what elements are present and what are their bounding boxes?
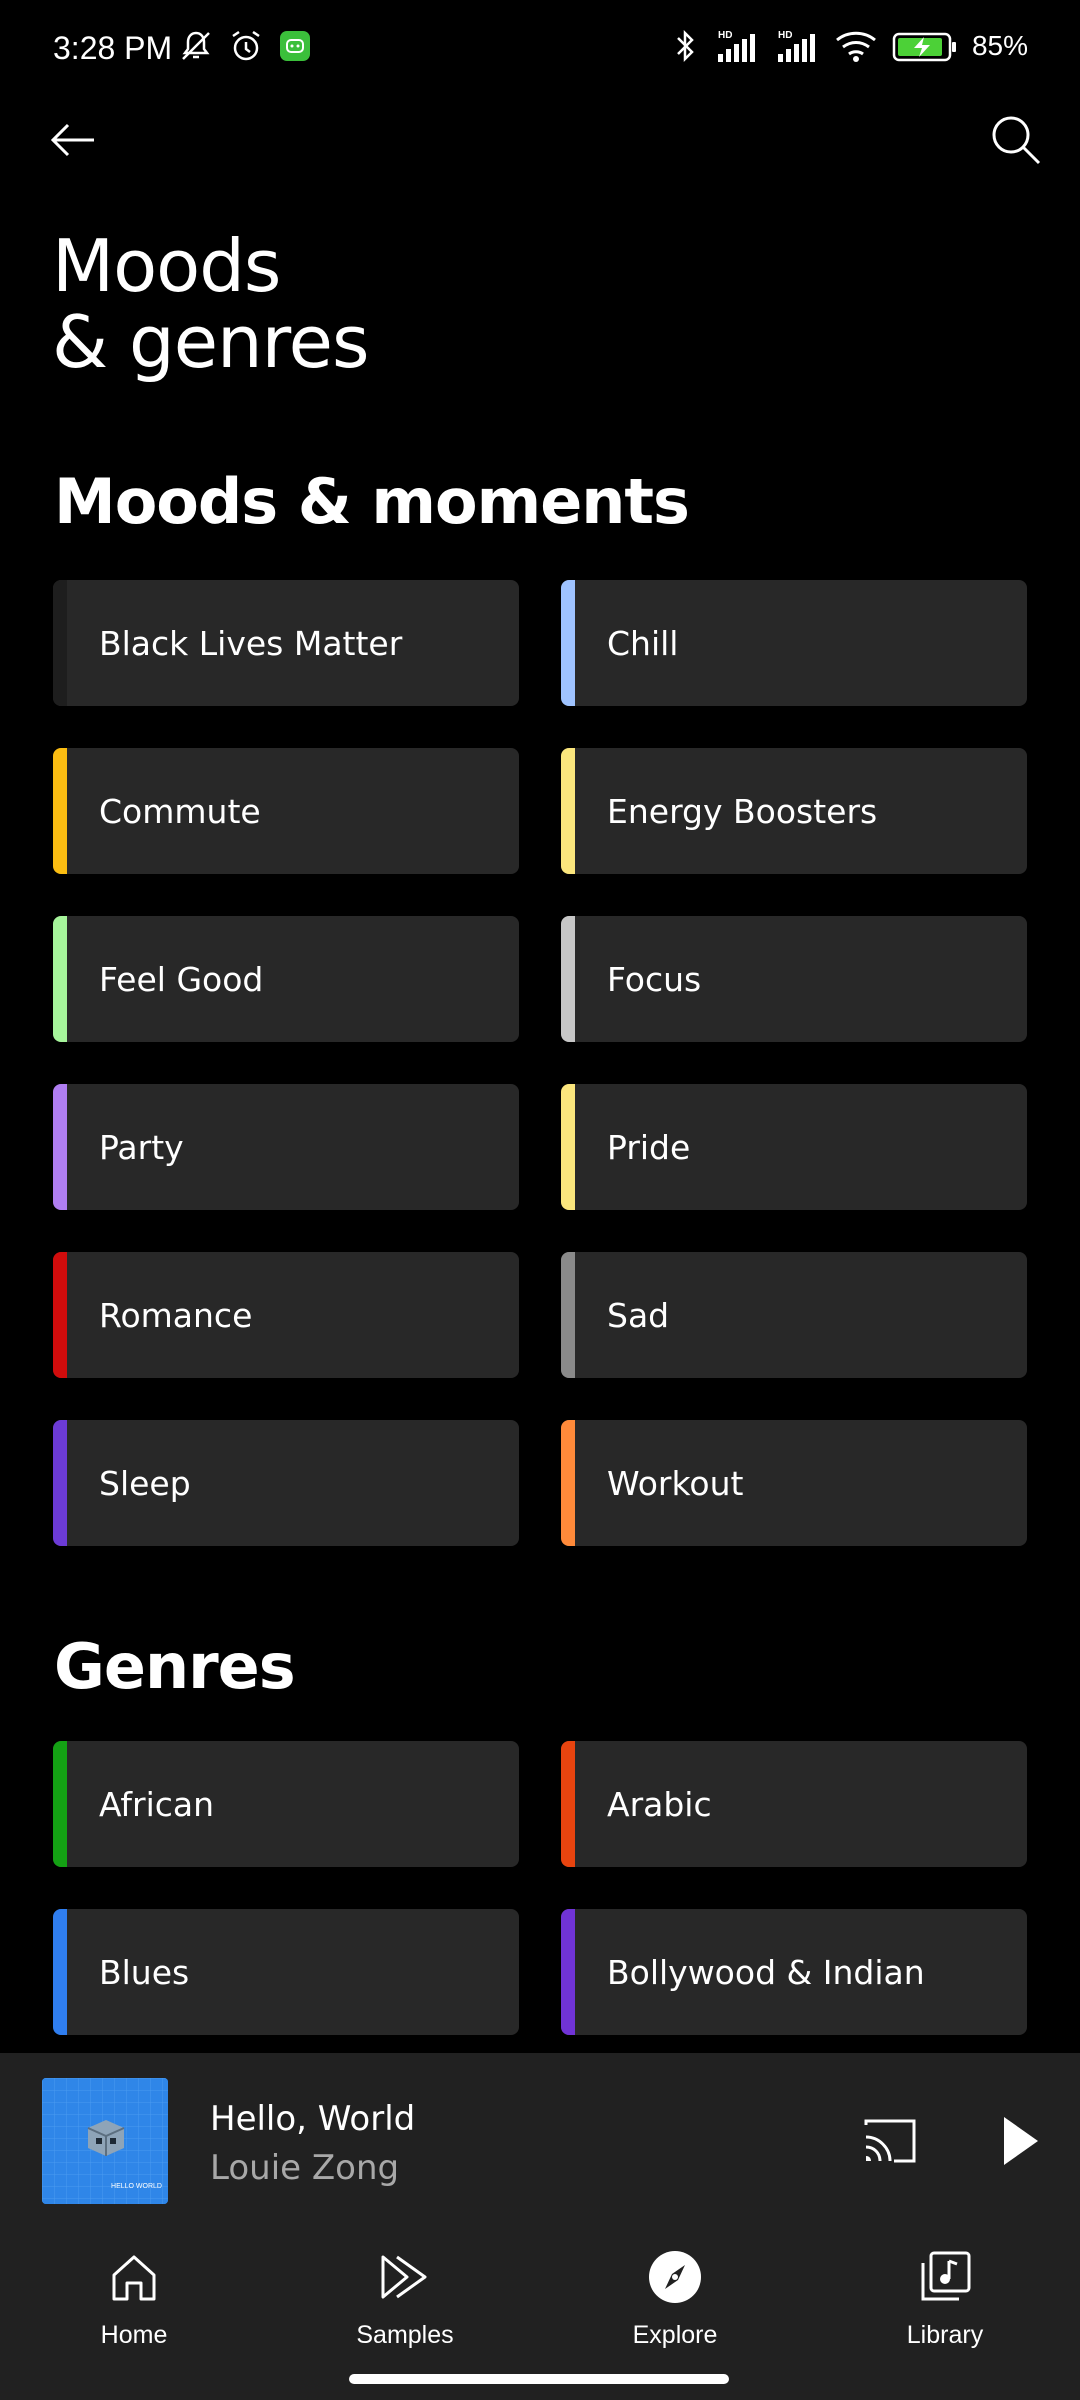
mini-player[interactable]: HELLO WORLD Hello, World Louie Zong: [0, 2053, 1080, 2227]
status-bar: 3:28 PM HD HD 85%: [0, 0, 1080, 100]
nav-label: Samples: [356, 2321, 454, 2349]
mood-tile-chill[interactable]: Chill: [561, 580, 1027, 706]
tile-color-stripe: [561, 1909, 575, 2035]
page-title-line1: Moods: [52, 224, 281, 308]
bluetooth-icon: [677, 29, 694, 63]
page-title-line2: & genres: [52, 300, 369, 384]
tile-label: Sleep: [99, 1463, 191, 1503]
nav-samples[interactable]: Samples: [305, 2247, 505, 2367]
mood-tile-workout[interactable]: Workout: [561, 1420, 1027, 1546]
track-title: Hello, World: [210, 2099, 416, 2139]
nav-label: Home: [100, 2321, 168, 2349]
tile-color-stripe: [561, 1420, 575, 1546]
tile-color-stripe: [53, 1741, 67, 1867]
tile-label: Workout: [607, 1463, 744, 1503]
mood-tile-energy-boosters[interactable]: Energy Boosters: [561, 748, 1027, 874]
mood-tile-sad[interactable]: Sad: [561, 1252, 1027, 1378]
tile-color-stripe: [561, 1084, 575, 1210]
tile-color-stripe: [561, 916, 575, 1042]
album-art-text: HELLO WORLD: [111, 2183, 162, 2190]
tile-color-stripe: [53, 580, 67, 706]
status-right-icons: HD HD 85%: [670, 28, 1028, 64]
genre-tile-blues[interactable]: Blues: [53, 1909, 519, 2035]
tile-color-stripe: [53, 1252, 67, 1378]
section-heading-moods: Moods & moments: [54, 465, 690, 538]
mute-icon: [182, 31, 210, 60]
mood-tile-sleep[interactable]: Sleep: [53, 1420, 519, 1546]
svg-text:HD: HD: [718, 30, 732, 41]
tile-color-stripe: [561, 1252, 575, 1378]
samples-icon: [381, 2255, 427, 2299]
mood-tile-romance[interactable]: Romance: [53, 1252, 519, 1378]
nav-explore[interactable]: Explore: [575, 2247, 775, 2367]
nav-library[interactable]: Library: [845, 2247, 1045, 2367]
play-icon[interactable]: [990, 2109, 1050, 2173]
tile-label: Chill: [607, 623, 679, 663]
mood-tile-pride[interactable]: Pride: [561, 1084, 1027, 1210]
tile-color-stripe: [561, 580, 575, 706]
mood-tile-party[interactable]: Party: [53, 1084, 519, 1210]
tile-label: Arabic: [607, 1784, 712, 1824]
home-indicator[interactable]: [349, 2374, 729, 2384]
genre-tile-bollywood-indian[interactable]: Bollywood & Indian: [561, 1909, 1027, 2035]
tile-label: Black Lives Matter: [99, 623, 403, 663]
mood-tile-commute[interactable]: Commute: [53, 748, 519, 874]
tile-label: Focus: [607, 959, 702, 999]
cast-icon[interactable]: [858, 2111, 922, 2171]
mood-tile-black-lives-matter[interactable]: Black Lives Matter: [53, 580, 519, 706]
album-art[interactable]: HELLO WORLD: [42, 2078, 168, 2204]
tile-label: Blues: [99, 1952, 190, 1992]
tile-label: Party: [99, 1127, 184, 1167]
track-artist: Louie Zong: [210, 2148, 400, 2188]
tile-color-stripe: [561, 748, 575, 874]
mood-tile-focus[interactable]: Focus: [561, 916, 1027, 1042]
tile-label: Sad: [607, 1295, 670, 1335]
battery-charging-icon: [892, 32, 956, 62]
tile-color-stripe: [53, 1084, 67, 1210]
back-arrow-icon[interactable]: [44, 110, 104, 170]
tile-label: Energy Boosters: [607, 791, 878, 831]
tile-label: Pride: [607, 1127, 691, 1167]
nav-home[interactable]: Home: [34, 2247, 234, 2367]
wifi-icon: [836, 31, 876, 62]
genre-tile-african[interactable]: African: [53, 1741, 519, 1867]
tile-label: Romance: [99, 1295, 253, 1335]
tile-label: Commute: [99, 791, 261, 831]
nav-label: Explore: [632, 2321, 718, 2349]
svg-text:HD: HD: [778, 30, 792, 41]
nav-label: Library: [906, 2321, 984, 2349]
tile-color-stripe: [53, 1420, 67, 1546]
signal-hd-icon: HD: [717, 30, 755, 62]
battery-percent: 85%: [971, 30, 1028, 61]
library-icon: [921, 2251, 971, 2301]
compass-icon: [649, 2251, 701, 2303]
tile-label: Bollywood & Indian: [607, 1952, 925, 1992]
status-time: 3:28 PM: [53, 30, 173, 66]
tile-label: Feel Good: [99, 959, 264, 999]
section-heading-genres: Genres: [54, 1630, 296, 1703]
tile-color-stripe: [53, 748, 67, 874]
tile-label: African: [99, 1784, 215, 1824]
tile-color-stripe: [561, 1741, 575, 1867]
genre-tile-arabic[interactable]: Arabic: [561, 1741, 1027, 1867]
status-left-icons: [178, 28, 312, 64]
mood-tile-feel-good[interactable]: Feel Good: [53, 916, 519, 1042]
page-title: Moods & genres: [52, 228, 369, 380]
tile-color-stripe: [53, 1909, 67, 2035]
search-icon[interactable]: [986, 110, 1046, 170]
tile-color-stripe: [53, 916, 67, 1042]
alarm-icon: [232, 30, 260, 61]
app-notification-icon: [280, 31, 310, 61]
home-icon: [112, 2255, 156, 2301]
signal-hd-icon: HD: [777, 30, 815, 62]
